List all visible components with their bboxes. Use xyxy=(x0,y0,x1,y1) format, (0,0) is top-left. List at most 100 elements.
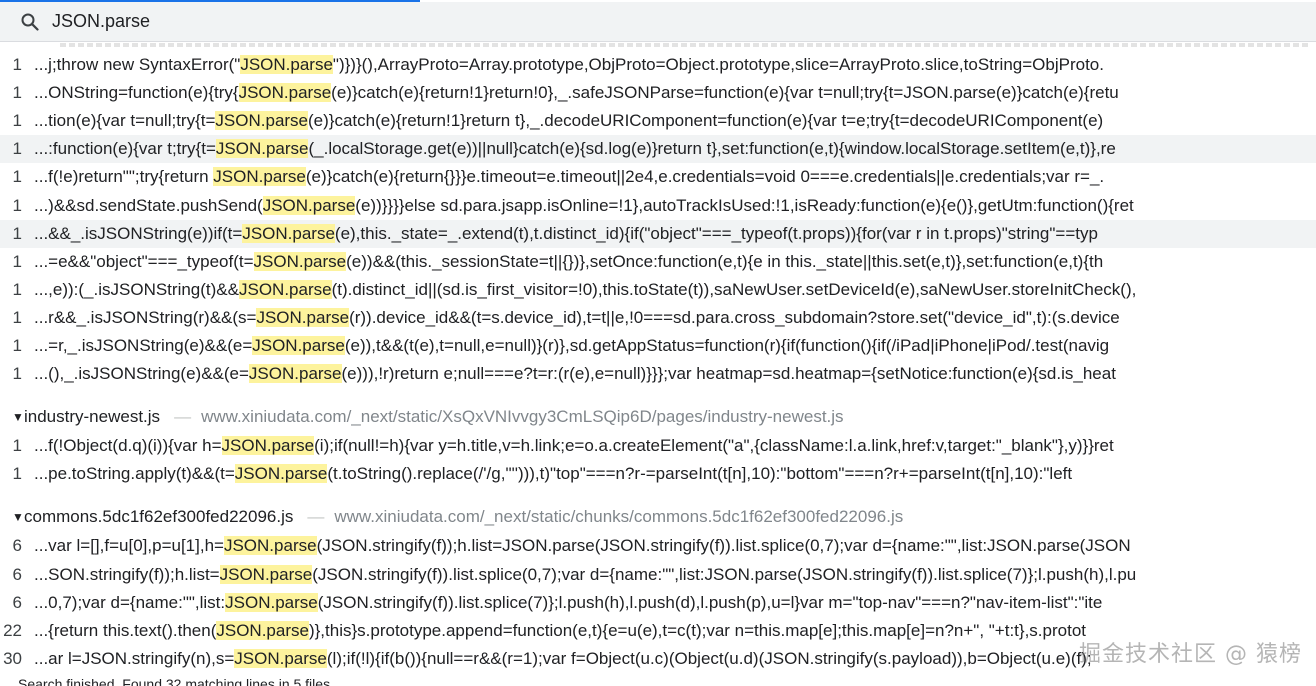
expand-triangle-icon[interactable]: ▼ xyxy=(12,410,24,424)
search-result-row[interactable]: 1 ...f(!Object(d.q)(i)){var h=JSON.parse(… xyxy=(0,432,1316,460)
separator-dash: — xyxy=(307,507,325,527)
code-snippet: ...&&_.isJSONString(e))if(t=JSON.parse(e… xyxy=(34,223,1316,244)
file-name: commons.5dc1f62ef300fed22096.js xyxy=(24,507,294,527)
snippet-suffix: (e))}}}}else sd.para.jsapp.isOnline=!1},… xyxy=(355,195,1134,215)
search-result-row[interactable]: 1 ...,e)):(_.isJSONString(t)&&JSON.parse(… xyxy=(0,276,1316,304)
separator-dash: — xyxy=(174,407,192,427)
snippet-suffix: (e)),t&&(t(e),t=null,e=null)}(r)},sd.get… xyxy=(344,336,1110,355)
snippet-prefix: ...(),_.isJSONString(e)&&(e= xyxy=(34,364,249,384)
code-snippet: ...r&&_.isJSONString(r)&&(s=JSON.parse(r… xyxy=(34,307,1316,328)
search-input[interactable] xyxy=(52,11,1252,32)
snippet-prefix: ...f(!Object(d.q)(i)){var h= xyxy=(34,436,222,456)
file-group-header[interactable]: ▼ industry-newest.js — www.xiniudata.com/_n… xyxy=(0,404,1316,430)
line-number: 1 xyxy=(12,336,22,355)
code-snippet: ...SON.stringify(f));h.list=JSON.parse(J… xyxy=(34,564,1316,585)
code-snippet: ...var l=[],f=u[0],p=u[1],h=JSON.parse(J… xyxy=(34,536,1316,556)
clipped-previous-row xyxy=(0,43,1316,51)
search-result-row[interactable]: 1 ...j;throw new SyntaxError("JSON.parse"… xyxy=(0,51,1316,79)
line-number: 1 xyxy=(12,223,22,243)
search-result-row[interactable]: 1 ...=e&&"object"===_typeof(t=JSON.parse(… xyxy=(0,248,1316,276)
search-result-row[interactable]: 6 ...SON.stringify(f));h.list=JSON.parse(… xyxy=(0,561,1316,589)
snippet-prefix: ...f(!e)return"";try{return xyxy=(34,167,214,187)
snippet-prefix: ...{return this.text().then( xyxy=(34,620,217,640)
search-bar xyxy=(0,2,1316,42)
file-name: industry-newest.js xyxy=(24,407,161,427)
code-snippet: ...ONString=function(e){try{JSON.parse(e… xyxy=(34,83,1316,103)
snippet-prefix: ...ONString=function(e){try{ xyxy=(34,83,239,103)
snippet-prefix: ...=r,_.isJSONString(e)&&(e= xyxy=(34,336,253,355)
snippet-suffix: (e))),!r)return e;null===e?t=r:(r(e),e=n… xyxy=(341,364,1116,384)
match-highlight: JSON.parse xyxy=(216,620,309,640)
search-result-row[interactable]: 1 ...tion(e){var t=null;try{t=JSON.parse(… xyxy=(0,107,1316,135)
match-highlight: JSON.parse xyxy=(242,223,335,243)
file-group-header[interactable]: ▼ commons.5dc1f62ef300fed22096.js — www.xin… xyxy=(0,504,1316,530)
match-highlight: JSON.parse xyxy=(234,648,327,668)
match-highlight: JSON.parse xyxy=(213,167,306,187)
snippet-suffix: (e)}catch(e){return!1}return!0},_.safeJS… xyxy=(331,83,1119,103)
match-highlight: JSON.parse xyxy=(240,55,333,74)
match-highlight: JSON.parse xyxy=(238,279,332,299)
match-highlight: JSON.parse xyxy=(256,307,350,327)
search-result-row[interactable]: 1 ...ONString=function(e){try{JSON.parse(… xyxy=(0,79,1316,107)
match-highlight: JSON.parse xyxy=(234,464,328,484)
line-number: 1 xyxy=(12,139,22,159)
code-snippet: ...f(!Object(d.q)(i)){var h=JSON.parse(i… xyxy=(34,436,1316,456)
match-highlight: JSON.parse xyxy=(221,436,315,456)
search-result-row[interactable]: 1 ...pe.toString.apply(t)&&(t=JSON.parse(… xyxy=(0,460,1316,488)
code-snippet: ...)&&sd.sendState.pushSend(JSON.parse(e… xyxy=(34,195,1316,216)
snippet-suffix: (JSON.stringify(f)).list.splice(0,7);var… xyxy=(312,564,1137,584)
line-number: 1 xyxy=(12,111,22,131)
watermark: 掘金技术社区 @ 猿榜 xyxy=(1079,642,1302,667)
snippet-prefix: ...j;throw new SyntaxError(" xyxy=(34,55,241,74)
match-highlight: JSON.parse xyxy=(225,592,318,612)
code-snippet: ...pe.toString.apply(t)&&(t=JSON.parse(t… xyxy=(34,464,1316,484)
code-snippet: ...=r,_.isJSONString(e)&&(e=JSON.parse(e… xyxy=(34,336,1316,356)
snippet-prefix: ...pe.toString.apply(t)&&(t= xyxy=(34,464,235,484)
snippet-prefix: ...,e)):(_.isJSONString(t)&& xyxy=(34,279,239,299)
search-result-row[interactable]: 1 ...(),_.isJSONString(e)&&(e=JSON.parse(… xyxy=(0,360,1316,388)
code-snippet: ...0,7);var d={name:"",list:JSON.parse(J… xyxy=(34,592,1316,613)
search-result-row[interactable]: 1 ...=r,_.isJSONString(e)&&(e=JSON.parse(… xyxy=(0,332,1316,360)
match-highlight: JSON.parse xyxy=(223,536,317,556)
search-result-row[interactable]: 1 ...r&&_.isJSONString(r)&&(s=JSON.parse(… xyxy=(0,304,1316,332)
snippet-suffix: (e)}catch(e){return{}}}e.timeout=e.timeo… xyxy=(305,167,1105,187)
search-status: Search finished. Found 32 matching lines… xyxy=(18,676,331,686)
code-snippet: ...(),_.isJSONString(e)&&(e=JSON.parse(e… xyxy=(34,364,1316,384)
line-number: 22 xyxy=(3,620,22,640)
line-number: 30 xyxy=(3,648,22,668)
code-snippet: ...,e)):(_.isJSONString(t)&&JSON.parse(t… xyxy=(34,279,1316,300)
snippet-suffix: (e)}catch(e){return!1}return t},_.decode… xyxy=(308,111,1104,131)
match-highlight: JSON.parse xyxy=(238,83,332,103)
file-url: www.xiniudata.com/_next/static/XsQxVNIvv… xyxy=(201,407,844,427)
line-number: 1 xyxy=(12,83,22,103)
line-number: 1 xyxy=(12,195,22,215)
snippet-suffix: (l);if(!l){if(b()){null==r&&(r=1);var f=… xyxy=(326,648,1092,668)
search-result-row[interactable]: 1 ...:function(e){var t;try{t=JSON.parse(… xyxy=(0,135,1316,164)
snippet-prefix: ...0,7);var d={name:"",list: xyxy=(34,592,226,612)
line-number: 6 xyxy=(12,536,22,556)
snippet-suffix: (JSON.stringify(f)).list.splice(7)};l.pu… xyxy=(317,592,1103,612)
line-number: 1 xyxy=(12,307,22,327)
search-result-row[interactable]: 6 ...var l=[],f=u[0],p=u[1],h=JSON.parse(… xyxy=(0,532,1316,560)
search-icon xyxy=(20,12,40,32)
snippet-suffix: (e))&&(this._sessionState=t||{})},setOnc… xyxy=(346,251,1104,271)
line-number: 1 xyxy=(12,464,22,484)
snippet-suffix: (i);if(null!=h){var y=h.title,v=h.link;e… xyxy=(314,436,1114,456)
snippet-prefix: ...:function(e){var t;try{t= xyxy=(34,139,216,159)
search-result-row[interactable]: 1 ...)&&sd.sendState.pushSend(JSON.parse(… xyxy=(0,192,1316,220)
line-number: 1 xyxy=(12,55,22,74)
match-highlight: JSON.parse xyxy=(262,195,356,215)
expand-triangle-icon[interactable]: ▼ xyxy=(12,510,24,524)
snippet-suffix: (JSON.stringify(f));h.list=JSON.parse(JS… xyxy=(316,536,1131,556)
snippet-prefix: ...r&&_.isJSONString(r)&&(s= xyxy=(34,307,257,327)
line-number: 1 xyxy=(12,279,22,299)
code-snippet: ...tion(e){var t=null;try{t=JSON.parse(e… xyxy=(34,111,1316,131)
line-number: 1 xyxy=(12,251,22,271)
search-result-row[interactable]: 1 ...&&_.isJSONString(e))if(t=JSON.parse(… xyxy=(0,219,1316,248)
search-result-row[interactable]: 1 ...f(!e)return"";try{return JSON.parse(… xyxy=(0,163,1316,191)
search-result-row[interactable]: 6 ...0,7);var d={name:"",list:JSON.parse(… xyxy=(0,589,1316,617)
snippet-prefix: ...var l=[],f=u[0],p=u[1],h= xyxy=(34,536,224,556)
snippet-suffix: (t.toString().replace(/'/g,'"'))),t)"top… xyxy=(327,464,1073,484)
snippet-prefix: ...SON.stringify(f));h.list= xyxy=(34,564,220,584)
snippet-prefix: ...ar l=JSON.stringify(n),s= xyxy=(34,648,235,668)
